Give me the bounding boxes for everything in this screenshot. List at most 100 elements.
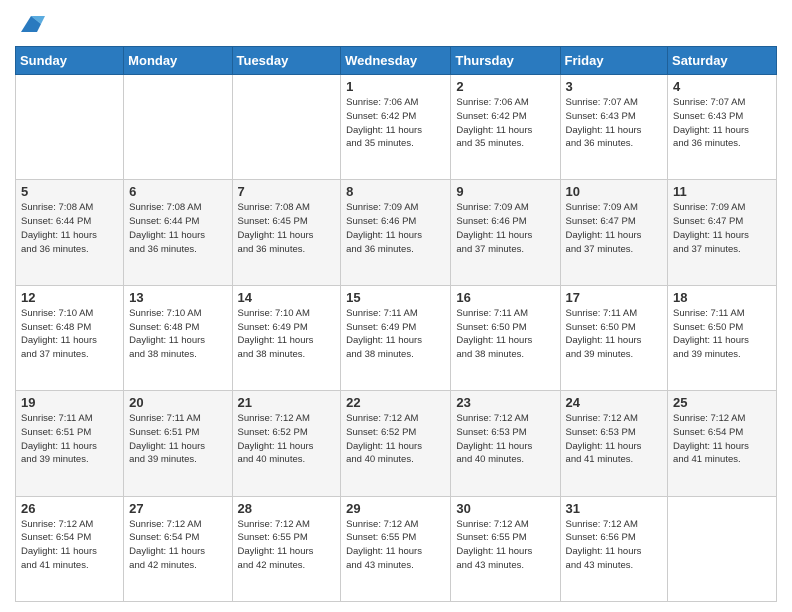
day-cell: 8 Sunrise: 7:09 AM Sunset: 6:46 PM Daylig…: [341, 180, 451, 285]
day-cell: 2 Sunrise: 7:06 AM Sunset: 6:42 PM Daylig…: [451, 75, 560, 180]
weekday-monday: Monday: [124, 47, 232, 75]
day-cell: [124, 75, 232, 180]
day-cell: 24 Sunrise: 7:12 AM Sunset: 6:53 PM Dayli…: [560, 391, 668, 496]
day-info: Sunrise: 7:11 AM Sunset: 6:51 PM Dayligh…: [129, 412, 226, 467]
day-cell: 22 Sunrise: 7:12 AM Sunset: 6:52 PM Dayli…: [341, 391, 451, 496]
weekday-header-row: SundayMondayTuesdayWednesdayThursdayFrid…: [16, 47, 777, 75]
day-number: 11: [673, 184, 771, 199]
day-cell: 27 Sunrise: 7:12 AM Sunset: 6:54 PM Dayli…: [124, 496, 232, 601]
day-cell: 4 Sunrise: 7:07 AM Sunset: 6:43 PM Daylig…: [668, 75, 777, 180]
week-row-3: 19 Sunrise: 7:11 AM Sunset: 6:51 PM Dayli…: [16, 391, 777, 496]
day-info: Sunrise: 7:09 AM Sunset: 6:47 PM Dayligh…: [566, 201, 663, 256]
day-number: 27: [129, 501, 226, 516]
day-info: Sunrise: 7:12 AM Sunset: 6:54 PM Dayligh…: [129, 518, 226, 573]
day-number: 14: [238, 290, 336, 305]
day-info: Sunrise: 7:10 AM Sunset: 6:48 PM Dayligh…: [129, 307, 226, 362]
day-cell: 6Sunrise: 7:08 AM Sunset: 6:44 PM Daylig…: [124, 180, 232, 285]
day-cell: 28 Sunrise: 7:12 AM Sunset: 6:55 PM Dayli…: [232, 496, 341, 601]
day-info: Sunrise: 7:11 AM Sunset: 6:50 PM Dayligh…: [456, 307, 554, 362]
day-info: Sunrise: 7:09 AM Sunset: 6:47 PM Dayligh…: [673, 201, 771, 256]
day-cell: 20 Sunrise: 7:11 AM Sunset: 6:51 PM Dayli…: [124, 391, 232, 496]
day-cell: 30 Sunrise: 7:12 AM Sunset: 6:55 PM Dayli…: [451, 496, 560, 601]
day-cell: 16 Sunrise: 7:11 AM Sunset: 6:50 PM Dayli…: [451, 285, 560, 390]
day-cell: 21 Sunrise: 7:12 AM Sunset: 6:52 PM Dayli…: [232, 391, 341, 496]
day-number: 15: [346, 290, 445, 305]
weekday-wednesday: Wednesday: [341, 47, 451, 75]
day-info: Sunrise: 7:08 AM Sunset: 6:45 PM Dayligh…: [238, 201, 336, 256]
day-number: 3: [566, 79, 663, 94]
weekday-sunday: Sunday: [16, 47, 124, 75]
week-row-1: 5Sunrise: 7:08 AM Sunset: 6:44 PM Daylig…: [16, 180, 777, 285]
day-cell: 5Sunrise: 7:08 AM Sunset: 6:44 PM Daylig…: [16, 180, 124, 285]
day-number: 9: [456, 184, 554, 199]
day-info: Sunrise: 7:12 AM Sunset: 6:53 PM Dayligh…: [456, 412, 554, 467]
weekday-friday: Friday: [560, 47, 668, 75]
day-cell: 19 Sunrise: 7:11 AM Sunset: 6:51 PM Dayli…: [16, 391, 124, 496]
day-info: Sunrise: 7:12 AM Sunset: 6:53 PM Dayligh…: [566, 412, 663, 467]
day-info: Sunrise: 7:07 AM Sunset: 6:43 PM Dayligh…: [673, 96, 771, 151]
day-number: 19: [21, 395, 118, 410]
day-cell: 25Sunrise: 7:12 AM Sunset: 6:54 PM Dayli…: [668, 391, 777, 496]
day-info: Sunrise: 7:12 AM Sunset: 6:52 PM Dayligh…: [238, 412, 336, 467]
day-info: Sunrise: 7:09 AM Sunset: 6:46 PM Dayligh…: [346, 201, 445, 256]
day-number: 29: [346, 501, 445, 516]
day-cell: [16, 75, 124, 180]
day-info: Sunrise: 7:06 AM Sunset: 6:42 PM Dayligh…: [456, 96, 554, 151]
day-cell: [232, 75, 341, 180]
day-info: Sunrise: 7:12 AM Sunset: 6:55 PM Dayligh…: [238, 518, 336, 573]
header: [15, 10, 777, 38]
day-number: 16: [456, 290, 554, 305]
day-cell: [668, 496, 777, 601]
weekday-tuesday: Tuesday: [232, 47, 341, 75]
day-cell: 17Sunrise: 7:11 AM Sunset: 6:50 PM Dayli…: [560, 285, 668, 390]
day-info: Sunrise: 7:09 AM Sunset: 6:46 PM Dayligh…: [456, 201, 554, 256]
week-row-2: 12 Sunrise: 7:10 AM Sunset: 6:48 PM Dayli…: [16, 285, 777, 390]
day-cell: 1Sunrise: 7:06 AM Sunset: 6:42 PM Daylig…: [341, 75, 451, 180]
day-info: Sunrise: 7:11 AM Sunset: 6:51 PM Dayligh…: [21, 412, 118, 467]
day-info: Sunrise: 7:11 AM Sunset: 6:50 PM Dayligh…: [673, 307, 771, 362]
day-cell: 29 Sunrise: 7:12 AM Sunset: 6:55 PM Dayli…: [341, 496, 451, 601]
day-cell: 14 Sunrise: 7:10 AM Sunset: 6:49 PM Dayli…: [232, 285, 341, 390]
week-row-0: 1Sunrise: 7:06 AM Sunset: 6:42 PM Daylig…: [16, 75, 777, 180]
day-number: 23: [456, 395, 554, 410]
day-number: 21: [238, 395, 336, 410]
day-number: 28: [238, 501, 336, 516]
day-number: 25: [673, 395, 771, 410]
day-cell: 15Sunrise: 7:11 AM Sunset: 6:49 PM Dayli…: [341, 285, 451, 390]
day-cell: 3 Sunrise: 7:07 AM Sunset: 6:43 PM Daylig…: [560, 75, 668, 180]
day-number: 20: [129, 395, 226, 410]
day-number: 6: [129, 184, 226, 199]
day-cell: 31Sunrise: 7:12 AM Sunset: 6:56 PM Dayli…: [560, 496, 668, 601]
day-cell: 11 Sunrise: 7:09 AM Sunset: 6:47 PM Dayli…: [668, 180, 777, 285]
day-info: Sunrise: 7:12 AM Sunset: 6:54 PM Dayligh…: [21, 518, 118, 573]
day-number: 30: [456, 501, 554, 516]
day-cell: 18Sunrise: 7:11 AM Sunset: 6:50 PM Dayli…: [668, 285, 777, 390]
weekday-saturday: Saturday: [668, 47, 777, 75]
day-number: 12: [21, 290, 118, 305]
day-info: Sunrise: 7:10 AM Sunset: 6:49 PM Dayligh…: [238, 307, 336, 362]
day-info: Sunrise: 7:06 AM Sunset: 6:42 PM Dayligh…: [346, 96, 445, 151]
day-cell: 10 Sunrise: 7:09 AM Sunset: 6:47 PM Dayli…: [560, 180, 668, 285]
day-cell: 9 Sunrise: 7:09 AM Sunset: 6:46 PM Daylig…: [451, 180, 560, 285]
day-number: 26: [21, 501, 118, 516]
day-number: 10: [566, 184, 663, 199]
day-number: 4: [673, 79, 771, 94]
day-info: Sunrise: 7:12 AM Sunset: 6:55 PM Dayligh…: [456, 518, 554, 573]
day-info: Sunrise: 7:07 AM Sunset: 6:43 PM Dayligh…: [566, 96, 663, 151]
day-info: Sunrise: 7:12 AM Sunset: 6:52 PM Dayligh…: [346, 412, 445, 467]
day-info: Sunrise: 7:11 AM Sunset: 6:50 PM Dayligh…: [566, 307, 663, 362]
day-info: Sunrise: 7:12 AM Sunset: 6:56 PM Dayligh…: [566, 518, 663, 573]
day-number: 22: [346, 395, 445, 410]
day-cell: 13Sunrise: 7:10 AM Sunset: 6:48 PM Dayli…: [124, 285, 232, 390]
weekday-thursday: Thursday: [451, 47, 560, 75]
day-number: 8: [346, 184, 445, 199]
day-info: Sunrise: 7:10 AM Sunset: 6:48 PM Dayligh…: [21, 307, 118, 362]
day-number: 7: [238, 184, 336, 199]
day-info: Sunrise: 7:12 AM Sunset: 6:55 PM Dayligh…: [346, 518, 445, 573]
day-number: 24: [566, 395, 663, 410]
logo: [15, 10, 45, 38]
week-row-4: 26 Sunrise: 7:12 AM Sunset: 6:54 PM Dayli…: [16, 496, 777, 601]
day-cell: 23 Sunrise: 7:12 AM Sunset: 6:53 PM Dayli…: [451, 391, 560, 496]
day-number: 2: [456, 79, 554, 94]
day-cell: 7 Sunrise: 7:08 AM Sunset: 6:45 PM Daylig…: [232, 180, 341, 285]
